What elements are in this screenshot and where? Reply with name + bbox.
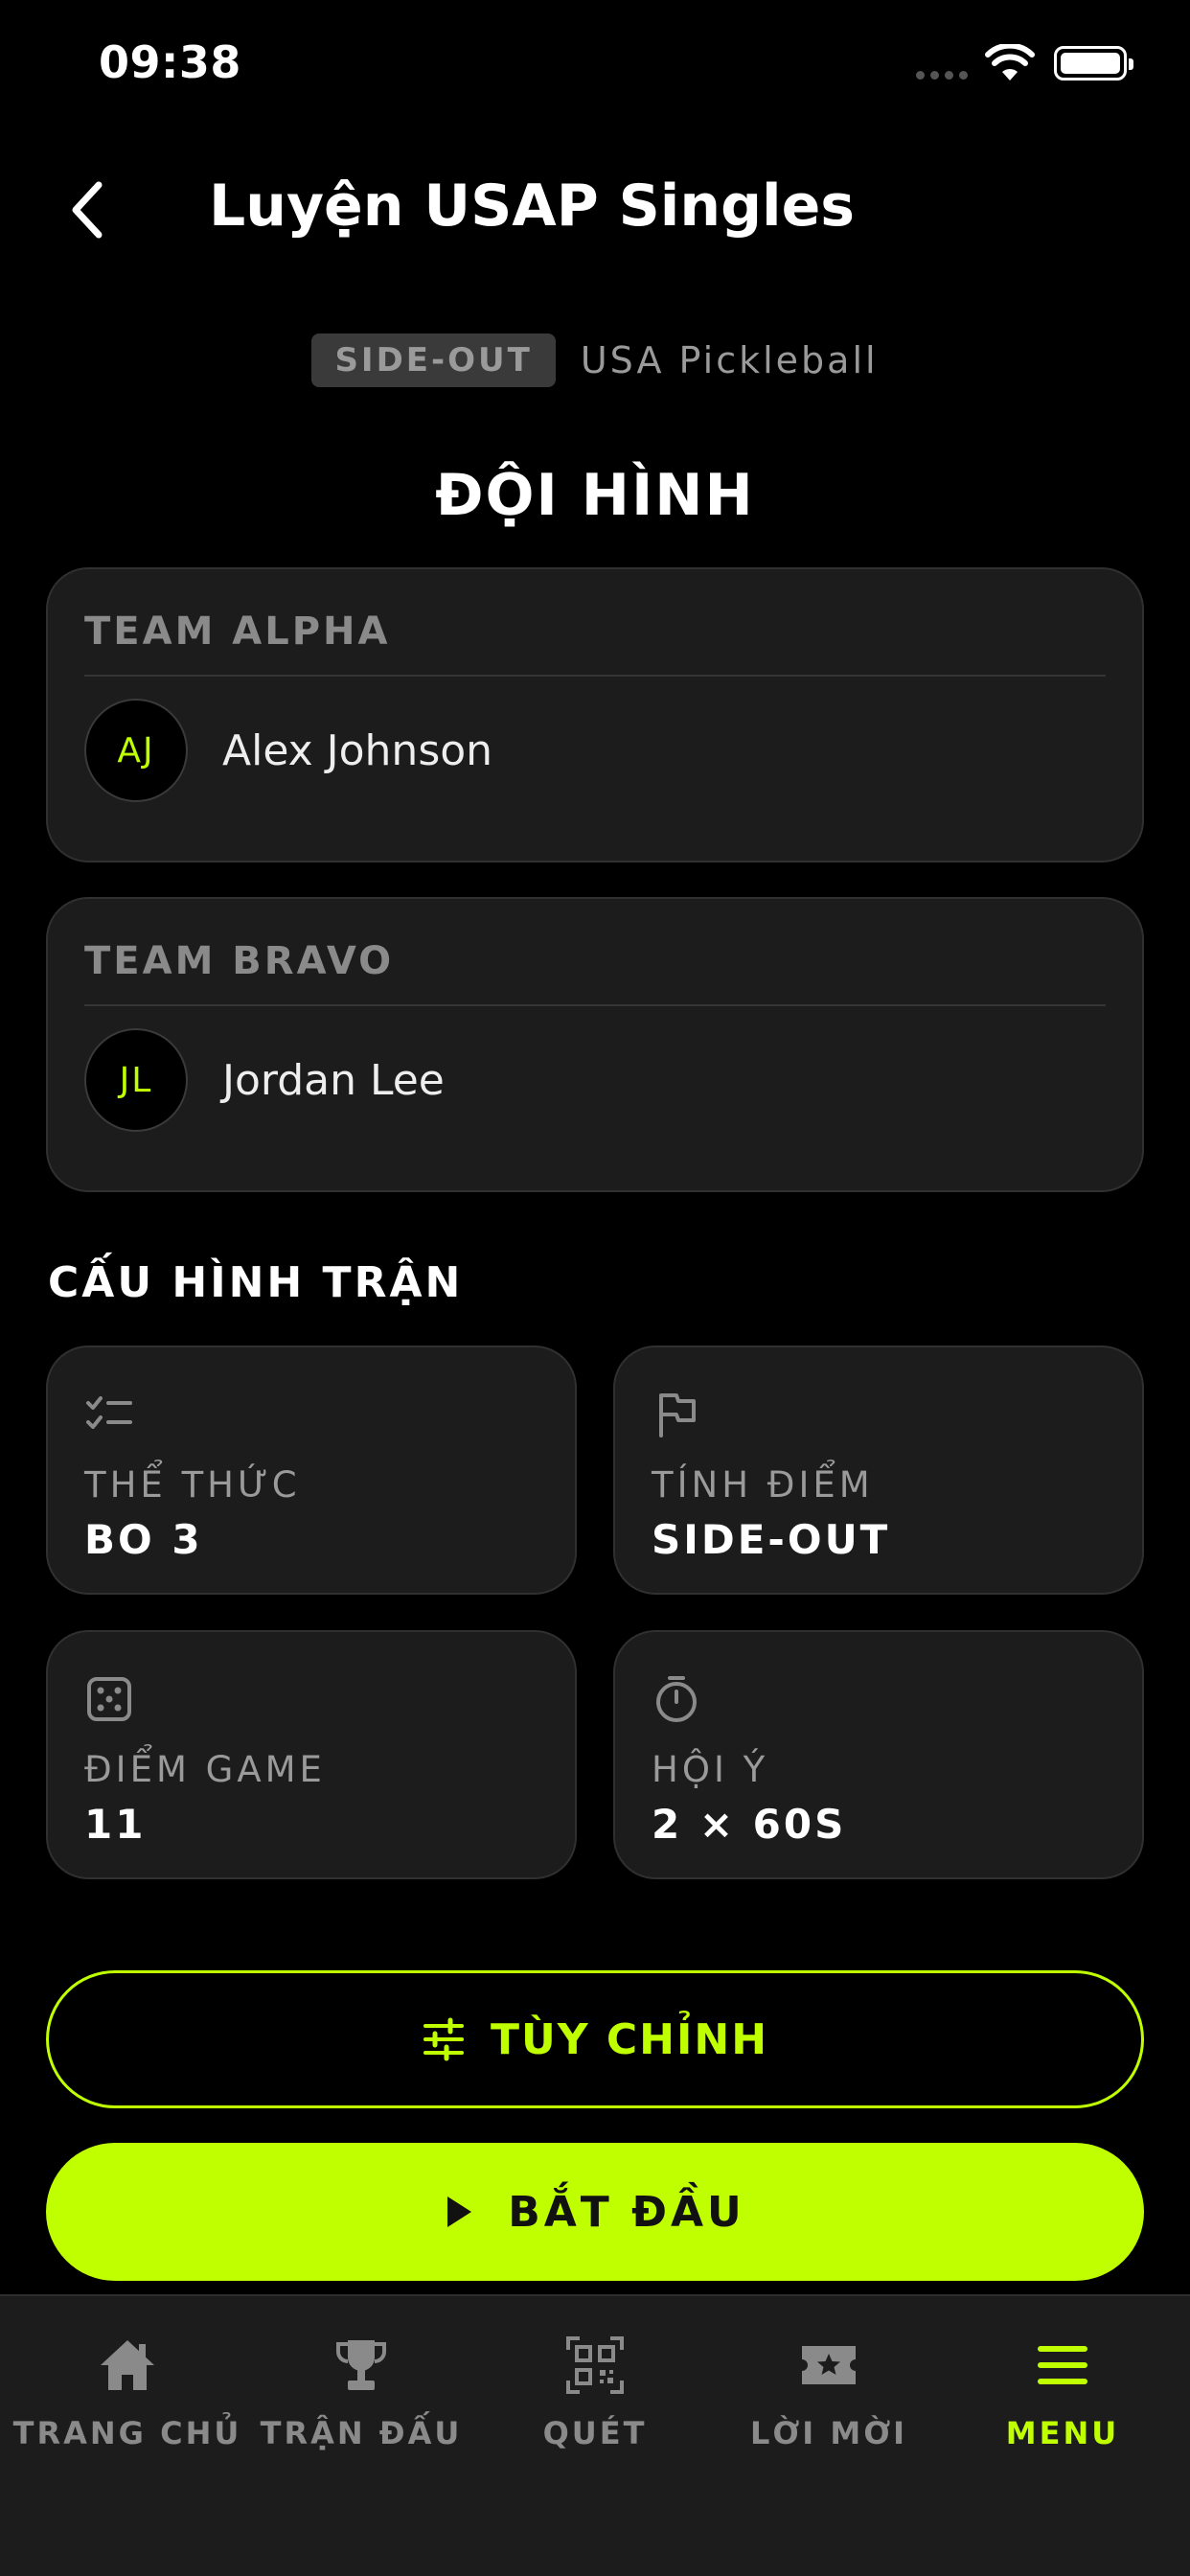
checklist-icon: [86, 1396, 132, 1429]
organization-label: USA Pickleball: [580, 339, 879, 381]
tab-label: TRẬN ĐẤU: [260, 2415, 463, 2451]
lineup-title: ĐỘI HÌNH: [435, 462, 755, 529]
tab-scan[interactable]: QUÉT: [476, 2334, 714, 2451]
trophy-icon: [336, 2340, 386, 2390]
team-name: TEAM ALPHA: [84, 610, 391, 654]
config-value: SIDE-OUT: [652, 1516, 891, 1563]
config-label: HỘI Ý: [652, 1749, 769, 1790]
start-label: BẮT ĐẦU: [508, 2187, 745, 2237]
ticket-icon: [802, 2346, 856, 2384]
cellular-signal-icon: [916, 71, 968, 80]
customize-label: TÙY CHỈNH: [490, 2014, 769, 2064]
status-time: 09:38: [99, 36, 241, 88]
config-label: THỂ THỨC: [84, 1464, 301, 1506]
tab-label: MENU: [1005, 2415, 1120, 2451]
customize-button[interactable]: TÙY CHỈNH: [46, 1970, 1144, 2108]
team-card-bravo: TEAM BRAVO JL Jordan Lee: [46, 897, 1144, 1192]
divider: [84, 675, 1106, 677]
sliders-icon: [423, 2017, 464, 2061]
config-card-game-points: ĐIỂM GAME 11: [46, 1630, 577, 1879]
tab-bar: TRANG CHỦ TRẬN ĐẤU QUÉT LỜI MỜI MENU: [0, 2294, 1190, 2576]
header: Luyện USAP Singles: [0, 163, 1190, 259]
config-label: ĐIỂM GAME: [84, 1749, 326, 1790]
player-name: Jordan Lee: [222, 1056, 445, 1105]
qr-icon: [566, 2336, 624, 2394]
flag-icon: [659, 1393, 696, 1438]
scoring-mode-row: SIDE-OUT USA Pickleball: [0, 334, 1190, 387]
tab-matches[interactable]: TRẬN ĐẤU: [242, 2334, 480, 2451]
menu-icon: [1038, 2346, 1087, 2384]
tab-invitations[interactable]: LỜI MỜI: [710, 2334, 948, 2451]
scoring-mode-badge: SIDE-OUT: [311, 334, 556, 387]
home-icon: [101, 2340, 154, 2390]
dice-icon: [87, 1677, 131, 1721]
config-value: 11: [84, 1801, 147, 1848]
avatar: JL: [84, 1028, 188, 1132]
tab-label: LỜI MỜI: [749, 2415, 908, 2451]
config-card-format: THỂ THỨC BO 3: [46, 1346, 577, 1595]
wifi-icon: [985, 44, 1035, 80]
tab-label: QUÉT: [542, 2415, 648, 2451]
config-card-timeouts: HỘI Ý 2 × 60S: [613, 1630, 1144, 1879]
back-button[interactable]: [54, 176, 121, 243]
tab-menu[interactable]: MENU: [944, 2334, 1181, 2451]
match-config-title: CẤU HÌNH TRẬN: [48, 1258, 464, 1307]
avatar: AJ: [84, 699, 188, 802]
config-label: TÍNH ĐIỂM: [652, 1464, 874, 1506]
stopwatch-icon: [656, 1676, 697, 1722]
tab-label: TRANG CHỦ: [12, 2415, 242, 2451]
play-icon: [447, 2196, 472, 2227]
battery-icon: [1054, 46, 1133, 80]
config-value: BO 3: [84, 1516, 203, 1563]
config-card-scoring: TÍNH ĐIỂM SIDE-OUT: [613, 1346, 1144, 1595]
config-value: 2 × 60S: [652, 1801, 847, 1848]
chevron-left-icon: [72, 181, 103, 239]
team-name: TEAM BRAVO: [84, 939, 395, 983]
page-title: Luyện USAP Singles: [209, 172, 856, 240]
divider: [84, 1004, 1106, 1006]
status-bar: 09:38: [0, 0, 1190, 125]
team-card-alpha: TEAM ALPHA AJ Alex Johnson: [46, 567, 1144, 862]
player-name: Alex Johnson: [222, 726, 493, 775]
tab-home[interactable]: TRANG CHỦ: [9, 2334, 246, 2451]
start-button[interactable]: BẮT ĐẦU: [46, 2143, 1144, 2281]
